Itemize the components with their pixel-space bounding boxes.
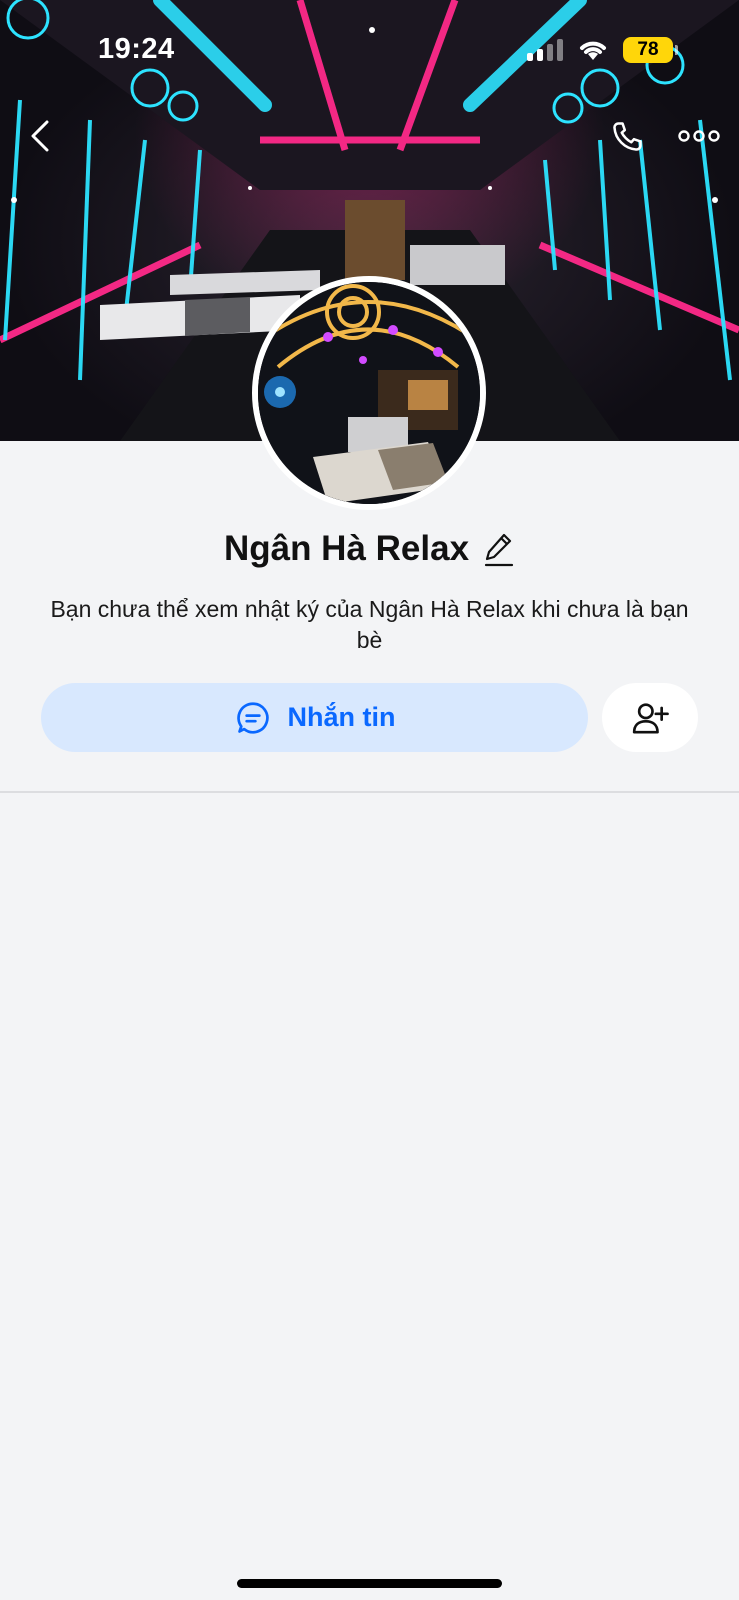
section-divider — [0, 791, 739, 793]
call-button[interactable] — [604, 114, 650, 160]
add-friend-button[interactable] — [602, 683, 698, 752]
wifi-icon — [580, 41, 606, 60]
profile-name: Ngân Hà Relax — [223, 529, 470, 568]
home-indicator[interactable] — [237, 1579, 502, 1588]
profile-avatar[interactable] — [252, 276, 486, 510]
more-options-button[interactable] — [676, 118, 722, 154]
profile-name-row: Ngân Hà Relax — [0, 524, 739, 574]
status-icons: 78 — [527, 34, 678, 66]
signal-icon — [527, 39, 563, 61]
more-icon — [678, 130, 720, 142]
message-button-label: Nhắn tin — [287, 702, 396, 732]
back-button[interactable] — [18, 114, 62, 158]
private-diary-notice: Bạn chưa thể xem nhật ký của Ngân Hà Rel… — [50, 596, 689, 653]
avatar-image — [258, 282, 480, 504]
back-icon — [31, 120, 49, 152]
pencil-icon[interactable] — [483, 531, 515, 567]
add-user-icon — [632, 702, 669, 733]
battery-icon: 78 — [623, 37, 678, 63]
chat-bubble-icon — [236, 701, 269, 734]
phone-icon — [613, 122, 642, 151]
message-button[interactable]: Nhắn tin — [41, 683, 588, 752]
status-time: 19:24 — [98, 33, 175, 65]
